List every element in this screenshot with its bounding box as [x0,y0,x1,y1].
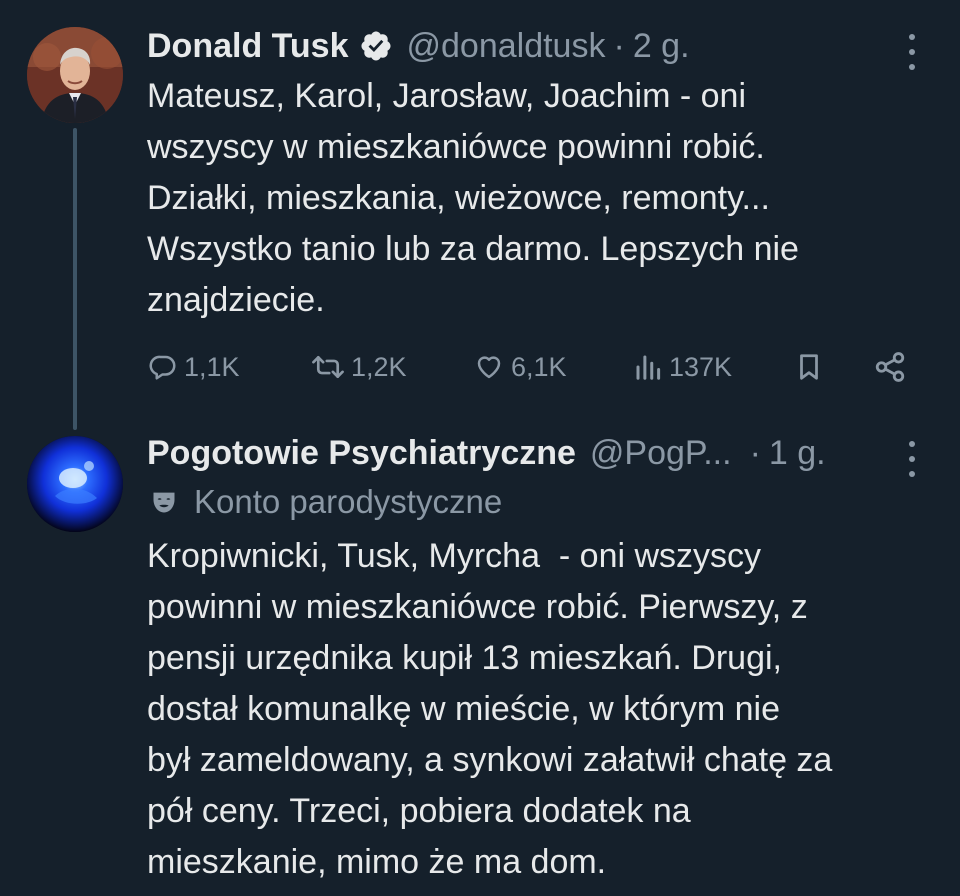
author-handle[interactable]: @PogP... [590,433,732,473]
retweet-icon [311,352,345,382]
share-icon [873,350,907,384]
retweet-count: 1,2K [351,351,407,382]
like-count: 6,1K [511,351,567,382]
account-label-text: Konto parodystyczne [194,483,503,520]
tweet-timestamp[interactable]: 1 g. [769,433,826,473]
views-icon [633,352,663,382]
tweet-header: Donald Tusk @donaldtusk · 2 g. [147,26,690,66]
bookmark-button[interactable] [794,344,824,390]
author-handle[interactable]: @donaldtusk [407,26,606,66]
parody-mask-icon [150,488,178,516]
parody-account-label: Konto parodystyczne [150,482,502,522]
views-button[interactable]: 137K [633,344,732,390]
avatar-pogotowie-psychiatryczne[interactable] [27,436,123,532]
share-button[interactable] [873,344,907,390]
reply-button[interactable]: 1,1K [148,344,240,390]
tweet-text: Mateusz, Karol, Jarosław, Joachim - oni … [147,77,799,319]
tweet-actions-bar: 1,1K 1,2K 6,1K 137K [148,344,918,390]
avatar-donald-tusk[interactable] [27,27,123,123]
separator-dot: · [613,27,625,65]
tweet-header: Pogotowie Psychiatryczne @PogP... · 1 g. [147,433,826,473]
author-name[interactable]: Pogotowie Psychiatryczne [147,433,576,473]
separator-dot: · [749,434,761,472]
more-options-icon[interactable] [897,441,927,477]
timeline: Donald Tusk @donaldtusk · 2 g. Mateusz, … [0,0,960,896]
reply-count: 1,1K [184,351,240,382]
like-icon [473,352,505,382]
bookmark-icon [794,351,824,383]
views-count: 137K [669,351,733,382]
verified-badge-icon[interactable] [359,29,393,63]
reply-icon [148,352,178,382]
like-button[interactable]: 6,1K [473,344,567,390]
tweet-timestamp[interactable]: 2 g. [633,26,690,66]
thread-connector-line [73,128,77,430]
retweet-button[interactable]: 1,2K [311,344,407,390]
author-name[interactable]: Donald Tusk [147,26,349,66]
more-options-icon[interactable] [897,34,927,70]
tweet-text: Kropiwnicki, Tusk, Myrcha - oni wszyscy … [147,537,833,881]
